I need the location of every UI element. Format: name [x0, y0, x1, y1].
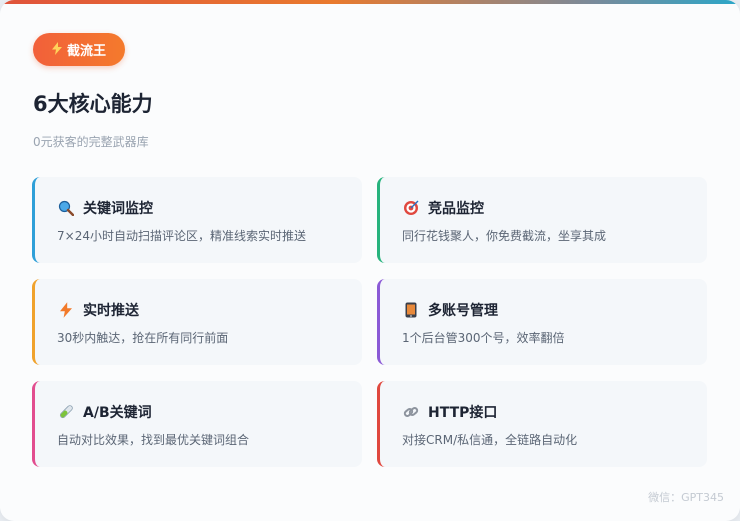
phone-icon	[402, 301, 420, 319]
top-accent-bar	[0, 0, 740, 4]
feature-title: 实时推送	[83, 303, 139, 319]
target-icon	[402, 199, 420, 217]
capabilities-card: 截流王 6大核心能力 0元获客的完整武器库 关键词监控 7×24小时自动扫描评论…	[0, 0, 740, 521]
feature-description: 自动对比效果，找到最优关键词组合	[57, 433, 250, 447]
feature-card-multi-account: 多账号管理 1个后台管300个号，效率翻倍	[377, 279, 707, 365]
feature-title: A/B关键词	[83, 405, 152, 421]
feature-description: 同行花钱聚人，你免费截流，坐享其成	[402, 229, 607, 243]
feature-description: 7×24小时自动扫描评论区，精准线索实时推送	[57, 229, 306, 243]
magnifier-icon	[57, 199, 75, 217]
watermark-text: 微信：GPT345	[648, 491, 724, 504]
feature-title: 多账号管理	[428, 303, 498, 319]
feature-description: 1个后台管300个号，效率翻倍	[402, 331, 565, 345]
brand-badge: 截流王	[33, 33, 125, 66]
page-subtitle: 0元获客的完整武器库	[33, 135, 149, 149]
feature-card-ab-keywords: A/B关键词 自动对比效果，找到最优关键词组合	[32, 381, 362, 467]
feature-card-realtime-push: 实时推送 30秒内触达，抢在所有同行前面	[32, 279, 362, 365]
feature-description: 30秒内触达，抢在所有同行前面	[57, 331, 229, 345]
feature-title: HTTP接口	[428, 405, 498, 421]
feature-card-competitor-monitor: 竞品监控 同行花钱聚人，你免费截流，坐享其成	[377, 177, 707, 263]
feature-card-http-api: HTTP接口 对接CRM/私信通，全链路自动化	[377, 381, 707, 467]
feature-card-keyword-monitor: 关键词监控 7×24小时自动扫描评论区，精准线索实时推送	[32, 177, 362, 263]
feature-title: 关键词监控	[83, 201, 153, 217]
lightning-icon	[51, 41, 62, 58]
lightning-icon	[57, 301, 75, 319]
badge-label: 截流王	[66, 44, 106, 59]
feature-title: 竞品监控	[428, 201, 484, 217]
test-tube-icon	[57, 403, 75, 421]
link-icon	[402, 403, 420, 421]
feature-description: 对接CRM/私信通，全链路自动化	[402, 433, 578, 447]
page-title: 6大核心能力	[33, 92, 153, 116]
